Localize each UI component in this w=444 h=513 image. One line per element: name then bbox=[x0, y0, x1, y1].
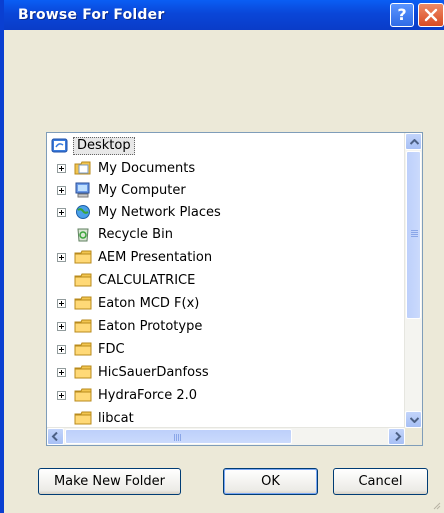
close-icon bbox=[424, 8, 438, 22]
horizontal-scroll-thumb[interactable] bbox=[65, 429, 292, 444]
chevron-down-icon bbox=[410, 417, 419, 423]
tree-root-label: Desktop bbox=[73, 137, 135, 155]
tree-item-calculatrice[interactable]: CALCULATRICE bbox=[57, 269, 397, 291]
my-computer-icon bbox=[75, 182, 90, 198]
title-bar[interactable]: Browse For Folder ? bbox=[4, 0, 444, 30]
cancel-button[interactable]: Cancel bbox=[333, 468, 428, 495]
folder-icon bbox=[74, 250, 92, 264]
tree-item-fdc[interactable]: FDC bbox=[57, 338, 397, 360]
expand-icon[interactable] bbox=[57, 252, 66, 262]
make-new-folder-button[interactable]: Make New Folder bbox=[38, 468, 181, 495]
tree-item-libcat[interactable]: libcat bbox=[57, 407, 397, 429]
resize-grip-icon[interactable] bbox=[431, 500, 441, 510]
desktop-icon bbox=[51, 138, 68, 153]
expand-icon[interactable] bbox=[57, 367, 66, 377]
horizontal-scrollbar[interactable] bbox=[47, 427, 405, 445]
expand-icon[interactable] bbox=[57, 321, 66, 331]
grip-line bbox=[411, 236, 418, 237]
tree-item-my-computer[interactable]: My Computer bbox=[57, 179, 397, 201]
vertical-scroll-thumb[interactable] bbox=[406, 151, 421, 319]
expand-icon[interactable] bbox=[57, 207, 66, 217]
folder-icon bbox=[74, 319, 92, 333]
no-expand-spacer bbox=[57, 230, 66, 239]
tree-item-my-network-places[interactable]: My Network Places bbox=[57, 201, 397, 223]
tree-item-hicsauerdanfoss[interactable]: HicSauerDanfoss bbox=[57, 361, 397, 383]
grip-line bbox=[411, 234, 418, 235]
tree-item-label: My Network Places bbox=[98, 204, 221, 220]
tree-item-label: My Computer bbox=[98, 182, 186, 198]
tree-root-desktop[interactable]: Desktop bbox=[51, 136, 135, 156]
network-places-icon bbox=[76, 205, 90, 219]
no-expand-spacer bbox=[57, 276, 66, 285]
grip-line bbox=[178, 434, 179, 441]
tree-item-label: HicSauerDanfoss bbox=[98, 364, 209, 380]
tree-item-eaton-prototype[interactable]: Eaton Prototype bbox=[57, 315, 397, 337]
folder-tree[interactable]: Desktop My Documents My Computer My Netw… bbox=[46, 132, 423, 446]
no-expand-spacer bbox=[57, 414, 66, 423]
grip-line bbox=[176, 434, 177, 441]
folder-icon bbox=[74, 296, 92, 310]
expand-icon[interactable] bbox=[57, 390, 66, 400]
tree-item-label: My Documents bbox=[98, 160, 196, 176]
chevron-right-icon bbox=[395, 432, 402, 441]
my-documents-icon bbox=[74, 161, 91, 175]
grip-line bbox=[180, 434, 181, 441]
expand-icon[interactable] bbox=[57, 163, 66, 173]
tree-item-label: Recycle Bin bbox=[98, 226, 173, 242]
help-icon: ? bbox=[397, 5, 407, 24]
expand-icon[interactable] bbox=[57, 185, 66, 195]
expand-icon[interactable] bbox=[57, 344, 66, 354]
tree-item-label: Eaton Prototype bbox=[98, 318, 203, 334]
scroll-left-button[interactable] bbox=[47, 428, 64, 445]
tree-item-label: HydraForce 2.0 bbox=[98, 387, 198, 403]
vertical-scrollbar[interactable] bbox=[404, 133, 422, 428]
dialog-title: Browse For Folder bbox=[18, 7, 165, 23]
folder-icon bbox=[74, 342, 92, 356]
folder-icon bbox=[74, 365, 92, 379]
chevron-left-icon bbox=[51, 432, 58, 441]
tree-item-label: Eaton MCD F(x) bbox=[98, 295, 200, 311]
scrollbar-corner bbox=[405, 428, 422, 445]
browse-for-folder-dialog: Browse For Folder ? Desktop My Documents… bbox=[0, 0, 444, 513]
folder-icon bbox=[74, 411, 92, 425]
ok-button[interactable]: OK bbox=[223, 468, 318, 495]
grip-line bbox=[411, 232, 418, 233]
tree-item-label: CALCULATRICE bbox=[98, 272, 196, 288]
scroll-down-button[interactable] bbox=[405, 411, 422, 428]
tree-item-label: FDC bbox=[98, 341, 125, 357]
tree-item-hydraforce[interactable]: HydraForce 2.0 bbox=[57, 384, 397, 406]
tree-item-label: libcat bbox=[98, 410, 134, 426]
tree-item-aem-presentation[interactable]: AEM Presentation bbox=[57, 246, 397, 268]
grip-line bbox=[411, 230, 418, 231]
expand-icon[interactable] bbox=[57, 298, 66, 308]
chevron-up-icon bbox=[410, 139, 419, 145]
tree-item-eaton-mcd-fx[interactable]: Eaton MCD F(x) bbox=[57, 292, 397, 314]
scroll-up-button[interactable] bbox=[405, 133, 422, 150]
folder-icon bbox=[74, 388, 92, 402]
help-button[interactable]: ? bbox=[390, 3, 414, 27]
tree-item-my-documents[interactable]: My Documents bbox=[57, 157, 397, 179]
tree-item-label: AEM Presentation bbox=[98, 249, 213, 265]
recycle-bin-icon bbox=[77, 228, 89, 242]
grip-line bbox=[174, 434, 175, 441]
tree-item-recycle-bin[interactable]: Recycle Bin bbox=[57, 223, 397, 245]
folder-icon bbox=[74, 273, 92, 287]
scroll-right-button[interactable] bbox=[388, 428, 405, 445]
close-button[interactable] bbox=[418, 3, 444, 27]
